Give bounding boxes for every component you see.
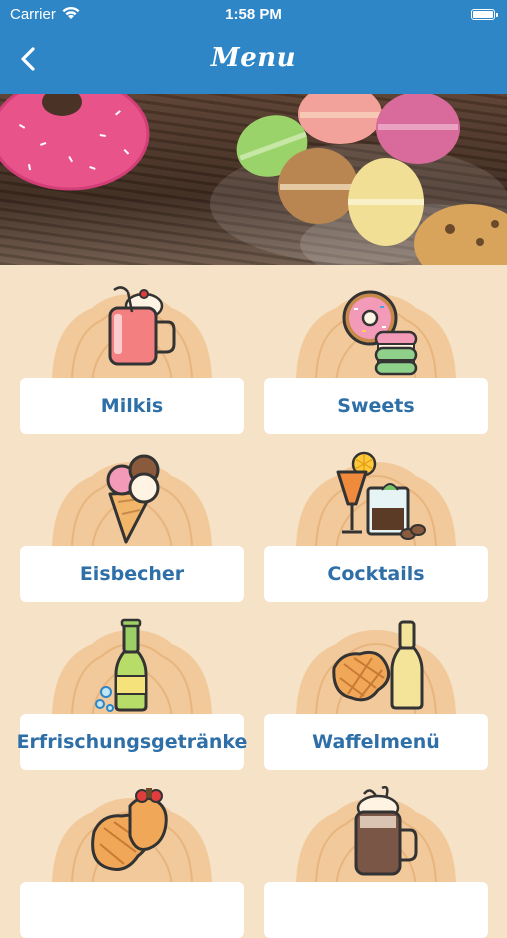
menu-tile-cocktails[interactable]: Cocktails — [264, 448, 488, 602]
menu-tile-milkis[interactable]: Milkis — [20, 280, 244, 434]
menu-tile-erfrischungsgetraenke[interactable]: Erfrischungsgetränke — [17, 616, 247, 770]
menu-item-label[interactable] — [20, 882, 244, 938]
menu-item-label[interactable]: Waffelmenü — [264, 714, 488, 770]
menu-item-label[interactable]: Sweets — [264, 378, 488, 434]
battery-icon — [471, 9, 498, 20]
milkshake-icon — [108, 286, 176, 366]
menu-tile-eisbecher[interactable]: Eisbecher — [20, 448, 244, 602]
menu-tile-waffles[interactable] — [20, 784, 244, 938]
cocktail-icon — [336, 451, 426, 540]
menu-tile-sweets[interactable]: Sweets — [264, 280, 488, 434]
ice-cream-cone-icon — [106, 454, 160, 544]
hero-banner-image — [0, 94, 507, 265]
menu-item-label[interactable]: Milkis — [20, 378, 244, 434]
menu-tile-waffelmenue[interactable]: Waffelmenü — [264, 616, 488, 770]
menu-item-label[interactable]: Eisbecher — [20, 546, 244, 602]
status-time: 1:58 PM — [225, 6, 282, 23]
donut-macaron-icon — [342, 290, 418, 376]
waffle-drink-icon — [332, 620, 424, 710]
menu-tile-hot-chocolate[interactable] — [264, 784, 488, 938]
navigation-bar: Carrier 1:58 PM Menu — [0, 0, 507, 94]
status-bar: Carrier 1:58 PM — [0, 0, 507, 30]
page-title: Menu — [210, 43, 297, 73]
waffle-fruit-icon — [91, 788, 168, 871]
menu-item-label[interactable]: Cocktails — [264, 546, 488, 602]
menu-item-label[interactable] — [264, 882, 488, 938]
hot-chocolate-icon — [354, 786, 418, 876]
menu-item-label[interactable]: Erfrischungsgetränke — [17, 714, 247, 770]
donut-image — [0, 94, 150, 191]
soda-bottle-icon — [95, 618, 148, 712]
